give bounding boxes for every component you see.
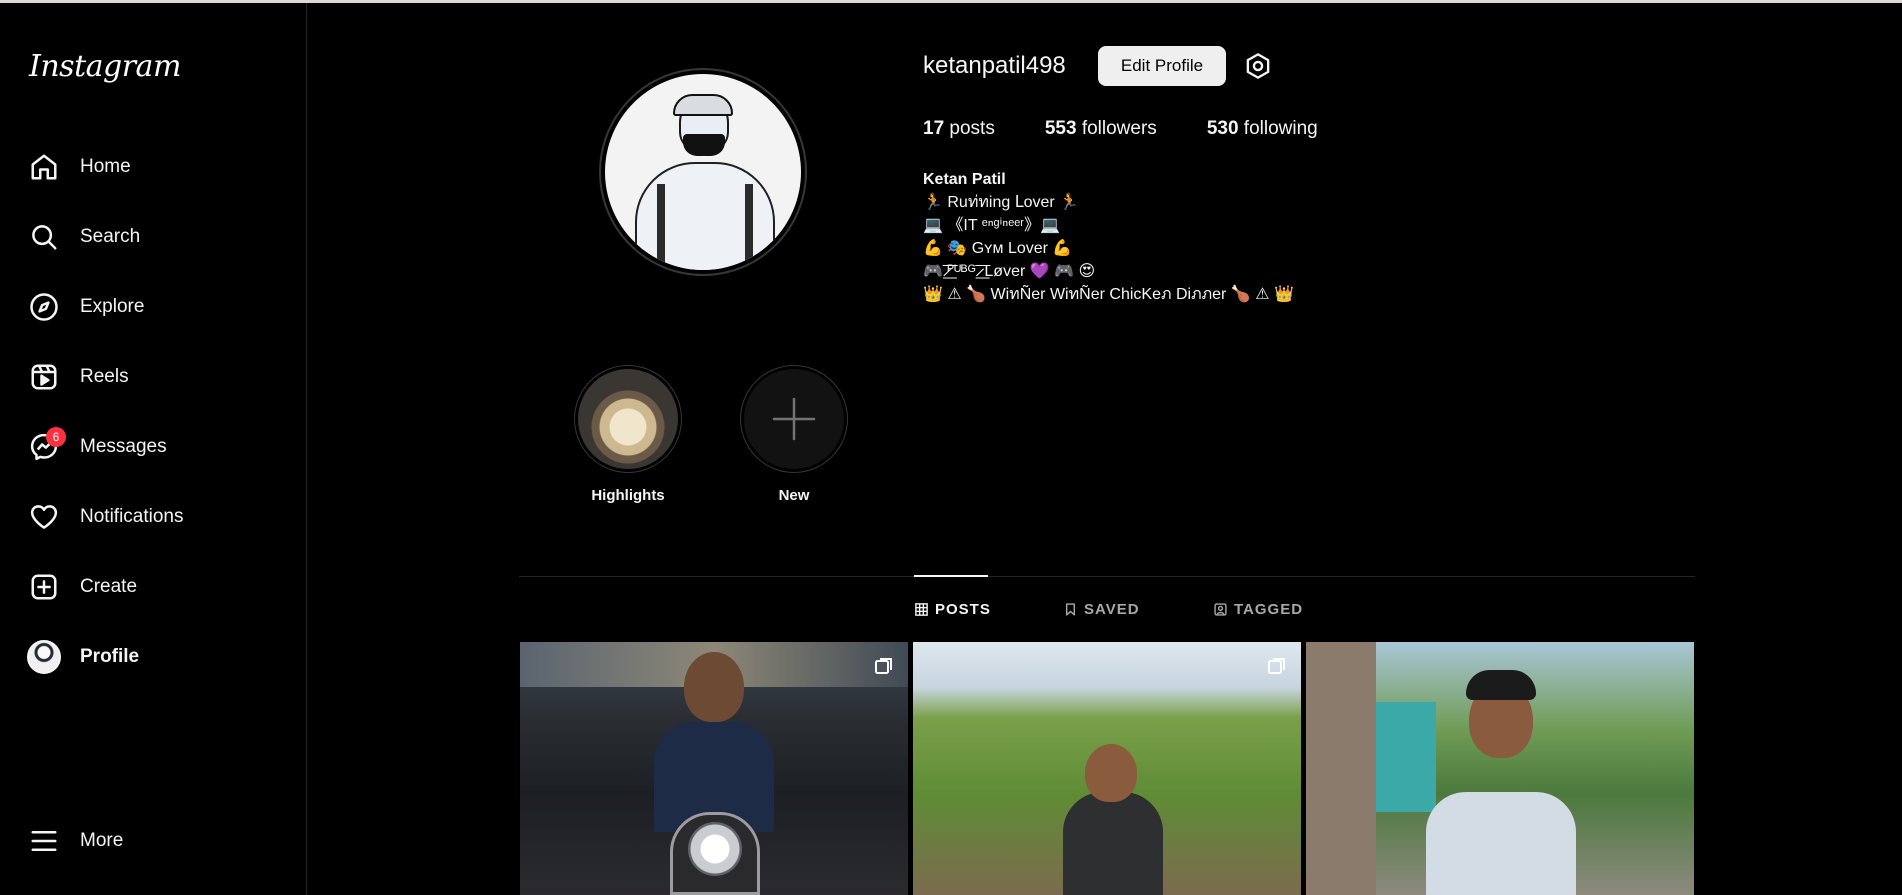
post-thumbnail[interactable] <box>520 642 908 895</box>
active-tab-indicator <box>914 575 988 577</box>
profile-picture-body <box>635 162 775 270</box>
sidebar-item-label: More <box>80 830 124 851</box>
menu-icon <box>22 819 66 863</box>
tab-saved[interactable]: SAVED <box>1064 601 1140 618</box>
post-figure-hair <box>1466 670 1536 700</box>
post-figure-head <box>684 652 744 722</box>
following-label: following <box>1243 118 1318 139</box>
sidebar-item-messages[interactable]: 6 Messages <box>22 419 292 475</box>
highlight-label: Highlights <box>591 487 665 504</box>
profile-picture[interactable] <box>599 68 807 276</box>
profile-picture-stripe <box>745 184 753 270</box>
bio-name: Ketan Patil <box>923 171 1006 188</box>
sidebar-item-search[interactable]: Search <box>22 209 292 265</box>
avatar <box>27 640 61 674</box>
tab-label: SAVED <box>1084 601 1140 618</box>
posts-count: 17 <box>923 118 945 139</box>
tab-label: TAGGED <box>1234 601 1304 618</box>
following-count: 530 <box>1206 118 1239 139</box>
new-highlight-circle <box>744 369 844 469</box>
post-headlight <box>688 822 742 876</box>
sidebar-item-reels[interactable]: Reels <box>22 349 292 405</box>
tabs-divider <box>519 576 1695 577</box>
sidebar-item-notifications[interactable]: Notifications <box>22 489 292 545</box>
profile-picture-stripe <box>657 184 665 270</box>
sidebar-item-home[interactable]: Home <box>22 139 292 195</box>
posts-label: posts <box>949 118 995 139</box>
sidebar-item-label: Notifications <box>80 506 184 527</box>
post-figure-head <box>1085 744 1137 802</box>
bio-line: 💻 《IT ᵉⁿᵍⁱⁿᵉᵉʳ》💻 <box>923 217 1060 234</box>
followers-stat[interactable]: 553 followers <box>1045 118 1157 140</box>
grid-icon <box>915 603 928 616</box>
profile-username: ketanpatil498 <box>923 52 1066 79</box>
highlight-ring <box>740 365 848 473</box>
post-thumbnail[interactable] <box>913 642 1301 895</box>
carousel-icon <box>1268 658 1285 674</box>
bookmark-icon <box>1066 603 1075 616</box>
settings-gear-icon[interactable] <box>1244 52 1272 80</box>
highlight-cover-image <box>578 369 678 469</box>
instagram-logo[interactable]: Instagram <box>29 49 181 84</box>
tab-tagged[interactable]: TAGGED <box>1214 601 1303 618</box>
sidebar-item-label: Create <box>80 576 138 597</box>
following-stat[interactable]: 530 following <box>1207 118 1318 140</box>
sidebar-item-label: Explore <box>80 296 145 317</box>
sidebar-item-profile[interactable]: Profile <box>22 629 292 685</box>
sidebar-item-label: Profile <box>80 646 140 667</box>
profile-picture-mask <box>683 134 725 156</box>
heart-icon <box>22 495 66 539</box>
bio-line: 🎮 ̷͟͞ᴾᵁᴮᴳ ̷͟͞ Løver 💜 🎮 😍 <box>923 263 1096 280</box>
sidebar-item-label: Messages <box>80 436 167 457</box>
compass-icon <box>22 285 66 329</box>
carousel-icon <box>875 658 892 674</box>
messenger-icon: 6 <box>22 425 66 469</box>
profile-avatar-icon <box>22 635 66 679</box>
reels-icon <box>22 355 66 399</box>
post-figure-body <box>1063 792 1163 895</box>
followers-label: followers <box>1081 118 1157 139</box>
tab-label: POSTS <box>935 601 991 618</box>
bio-line: 👑 ⚠ 🍗 WiทÑer WiทÑer ChicKeภ Diภภer 🍗 ⚠ 👑 <box>923 286 1294 303</box>
highlight-label: New <box>778 487 810 504</box>
sidebar-item-create[interactable]: Create <box>22 559 292 615</box>
sidebar-item-explore[interactable]: Explore <box>22 279 292 335</box>
highlight-ring <box>574 365 682 473</box>
post-figure-body <box>1426 792 1576 895</box>
plus-square-icon <box>22 565 66 609</box>
highlight-item[interactable]: Highlights <box>574 365 682 504</box>
profile-stats: 17 posts 553 followers 530 following <box>923 118 1318 140</box>
plus-icon <box>772 397 816 441</box>
bio-line: 🏃 Ruท่ทing ᒪover 🏃 <box>923 194 1080 211</box>
sidebar-item-label: Reels <box>80 366 129 387</box>
search-icon <box>22 215 66 259</box>
home-icon <box>22 145 66 189</box>
profile-picture-cap <box>673 94 733 116</box>
profile-bio: Ketan Patil 🏃 Ruท่ทing ᒪover 🏃 💻 《IT ᵉⁿᵍ… <box>923 168 1294 306</box>
followers-count: 553 <box>1044 118 1077 139</box>
sidebar-item-more[interactable]: More <box>22 813 292 869</box>
post-thumbnail[interactable] <box>1306 642 1694 895</box>
tab-posts[interactable]: POSTS <box>915 601 991 618</box>
new-highlight-button[interactable]: New <box>740 365 848 504</box>
post-background-door <box>1376 702 1436 812</box>
sidebar: Instagram Home Search Explore Reels 6 Me… <box>0 3 307 895</box>
messages-badge: 6 <box>46 427 66 447</box>
post-background-wall <box>1306 642 1376 895</box>
sidebar-item-label: Search <box>80 226 141 247</box>
bio-line: 💪 🎭 Gʏм Lover 💪 <box>923 240 1073 257</box>
edit-profile-button[interactable]: Edit Profile <box>1098 46 1226 86</box>
sidebar-item-label: Home <box>80 156 131 177</box>
profile-picture-image <box>605 74 801 270</box>
tagged-icon <box>1214 603 1227 616</box>
posts-stat: 17 posts <box>923 118 995 140</box>
